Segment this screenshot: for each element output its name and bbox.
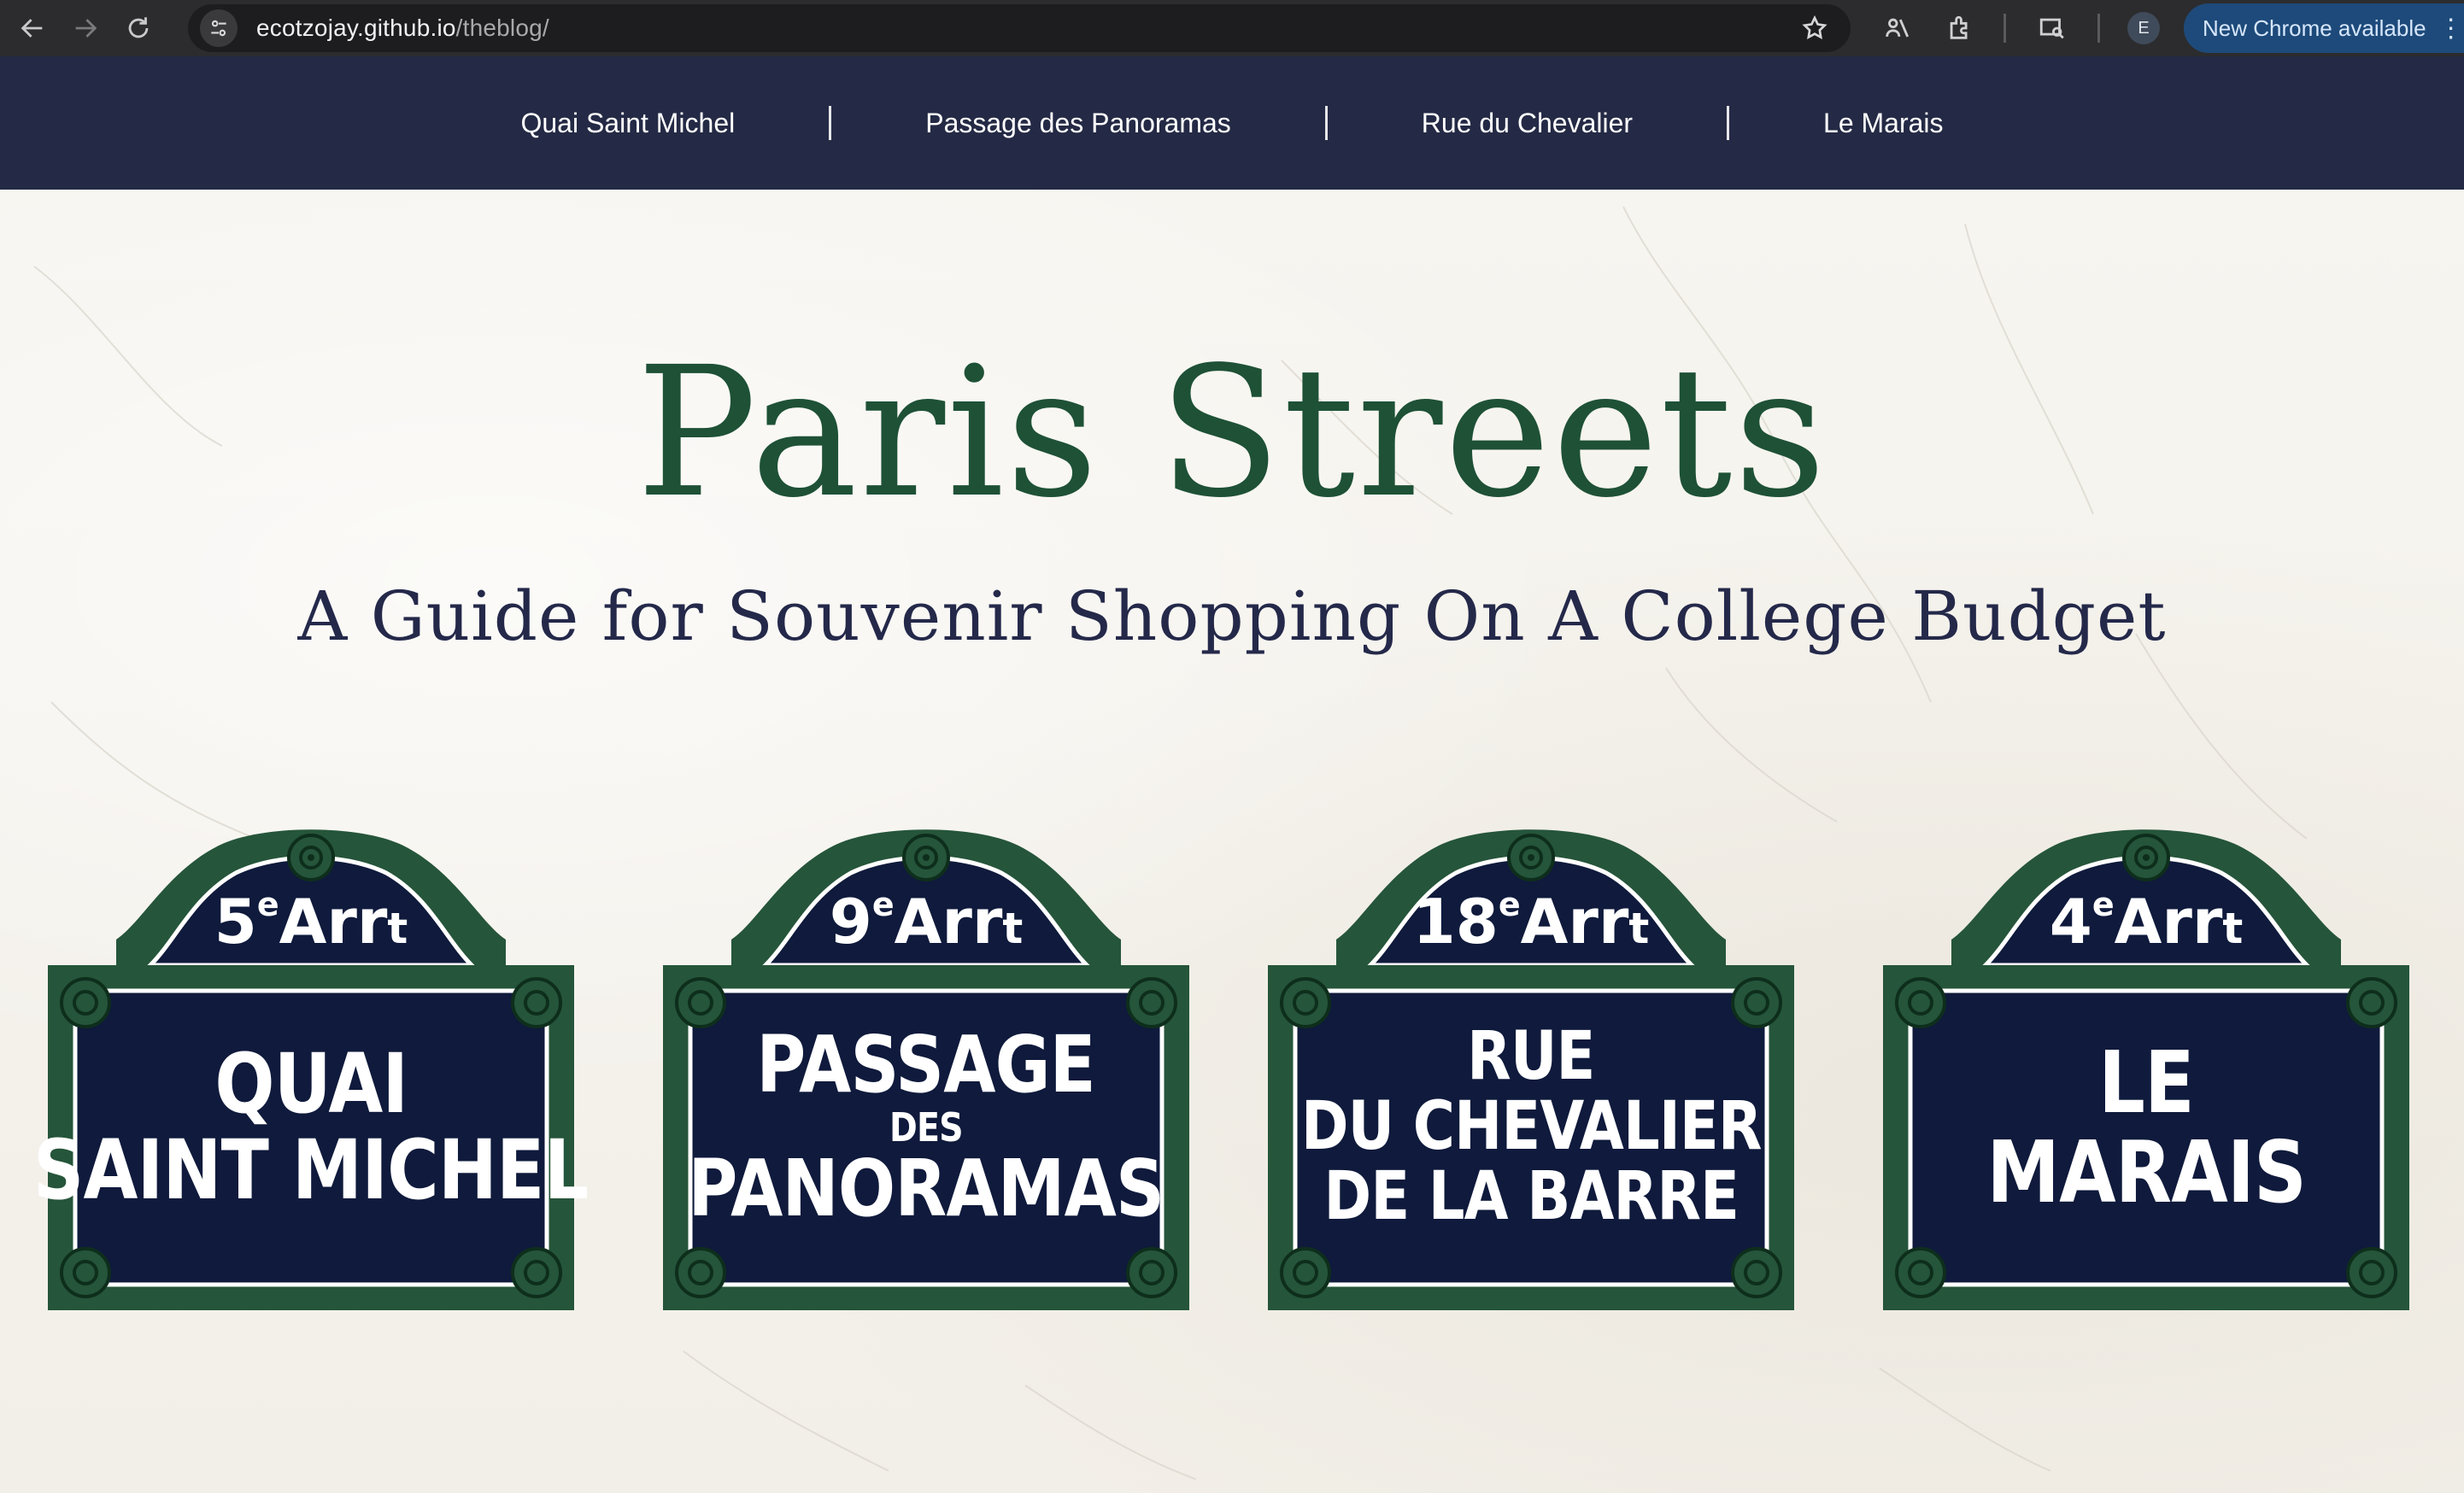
arr-suffix: t (2222, 904, 2244, 953)
street-name-line: RUE (1467, 1018, 1595, 1096)
bookmark-button[interactable] (1798, 11, 1832, 45)
site-info-button[interactable] (200, 9, 238, 47)
arr-superscript: e (256, 886, 279, 923)
street-name-line: DES (889, 1104, 964, 1150)
more-icon: ⋮ (2438, 14, 2464, 43)
arr-suffix: t (387, 904, 408, 953)
toolbar-divider (2097, 14, 2100, 43)
arr-number: 18 (1412, 886, 1499, 957)
arr-word: Arr (2114, 886, 2223, 957)
street-sign-quai-saint-michel[interactable]: 5eArrt QUAI SAINT MICHEL (33, 820, 590, 1324)
tracking-protection-button[interactable] (1878, 9, 1915, 47)
page-subtitle: A Guide for Souvenir Shopping On A Colle… (297, 577, 2167, 656)
url-host: ecotzojay.github.io (256, 15, 456, 41)
street-name: LE MARAIS (1917, 982, 2375, 1273)
street-name-line: DE LA BARRE (1323, 1157, 1739, 1235)
arr-superscript: e (871, 886, 895, 923)
street-name: PASSAGE DES PANORAMAS (689, 982, 1165, 1273)
street-name-line: PASSAGE (756, 1019, 1096, 1111)
street-name-line: LE (2098, 1033, 2195, 1133)
arr-suffix: t (1628, 904, 1650, 953)
reload-button[interactable] (118, 8, 159, 49)
hero-section: Paris Streets A Guide for Souvenir Shopp… (0, 190, 2464, 1493)
street-name-line: MARAIS (1986, 1122, 2307, 1222)
url-text[interactable]: ecotzojay.github.io/theblog/ (256, 15, 549, 42)
arrondissement-label: 5eArrt (48, 888, 574, 952)
address-bar[interactable]: ecotzojay.github.io/theblog/ (188, 4, 1851, 52)
street-name: QUAI SAINT MICHEL (33, 982, 589, 1273)
extensions-button[interactable] (1941, 9, 1979, 47)
forward-button[interactable] (65, 8, 106, 49)
street-name-line: QUAI (214, 1036, 408, 1133)
arrondissement-label: 9eArrt (663, 888, 1189, 952)
no-tracking-icon (1886, 18, 1910, 38)
street-sign-passage-des-panoramas[interactable]: 9eArrt PASSAGE DES PANORAMAS (663, 820, 1189, 1324)
back-button[interactable] (12, 8, 53, 49)
site-info-icon (211, 20, 226, 37)
street-sign-le-marais[interactable]: 4eArrt LE MARAIS (1883, 820, 2409, 1324)
arr-word: Arr (894, 886, 1003, 957)
update-label: New Chrome available (2203, 15, 2426, 41)
tab-search-icon (2039, 18, 2064, 39)
street-name-line: SAINT MICHEL (33, 1122, 589, 1218)
site-nav: Quai Saint Michel Passage des Panoramas … (0, 56, 2464, 190)
reload-icon (128, 17, 149, 38)
street-name-line: DU CHEVALIER (1300, 1088, 1763, 1166)
back-icon (21, 19, 43, 38)
nav-link-quai-saint-michel[interactable]: Quai Saint Michel (426, 108, 829, 139)
arrondissement-label: 4eArrt (1883, 888, 2409, 952)
extensions-icon (1950, 15, 1968, 39)
forward-icon (75, 19, 97, 38)
nav-link-le-marais[interactable]: Le Marais (1729, 108, 2038, 139)
arr-superscript: e (2091, 886, 2115, 923)
street-name: RUE DU CHEVALIER DE LA BARRE (1300, 982, 1763, 1273)
profile-avatar[interactable]: E (2127, 12, 2160, 44)
toolbar-divider (2003, 14, 2006, 43)
tab-search-button[interactable] (2033, 9, 2071, 47)
arr-number: 4 (2049, 886, 2092, 957)
star-icon (1802, 15, 1827, 39)
arr-number: 5 (214, 886, 257, 957)
arrondissement-label: 18eArrt (1268, 888, 1794, 952)
arr-suffix: t (1002, 904, 1024, 953)
arr-word: Arr (1520, 886, 1629, 957)
page-title: Paris Streets (636, 328, 1828, 537)
arr-superscript: e (1498, 886, 1521, 923)
nav-link-rue-du-chevalier[interactable]: Rue du Chevalier (1328, 108, 1727, 139)
update-chrome-button[interactable]: New Chrome available ⋮ (2184, 3, 2464, 53)
street-sign-rue-du-chevalier[interactable]: 18eArrt RUE DU CHEVALIER DE LA BARRE (1268, 820, 1794, 1324)
arr-word: Arr (279, 886, 388, 957)
browser-toolbar: ecotzojay.github.io/theblog/ E New Chrom… (0, 0, 2464, 56)
arr-number: 9 (829, 886, 872, 957)
street-name-line: PANORAMAS (688, 1143, 1165, 1235)
url-path: /theblog/ (455, 15, 549, 41)
nav-link-passage-des-panoramas[interactable]: Passage des Panoramas (831, 108, 1325, 139)
